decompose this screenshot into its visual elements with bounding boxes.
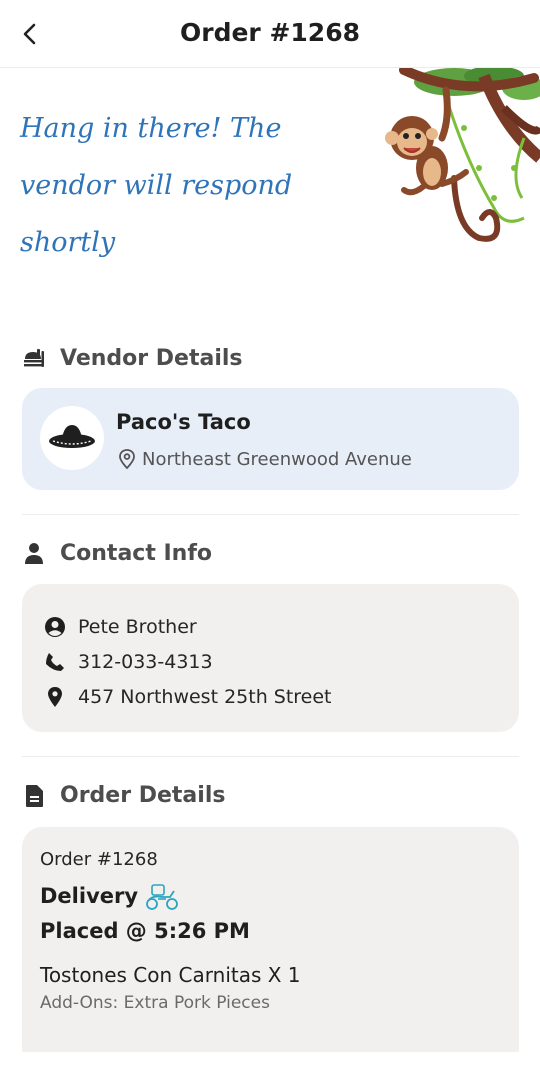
document-icon [22, 784, 46, 808]
order-type: Delivery [40, 881, 180, 911]
contact-card: Pete Brother 312-033-4313 457 Northwest … [22, 584, 519, 732]
order-addons: Add-Ons: Extra Pork Pieces [40, 993, 270, 1013]
vendor-address: Northeast Greenwood Avenue [116, 448, 412, 470]
divider [22, 756, 519, 757]
person-icon [22, 542, 46, 566]
vendor-section-title: Vendor Details [60, 346, 243, 371]
location-pin-icon [44, 686, 66, 708]
vendor-section-header: Vendor Details [22, 346, 243, 371]
sombrero-icon [49, 425, 95, 448]
vendor-card[interactable]: Paco's Taco Northeast Greenwood Avenue [22, 388, 519, 490]
contact-name-row: Pete Brother [44, 616, 197, 638]
monkey-illustration [385, 68, 540, 242]
order-item: Tostones Con Carnitas X 1 [40, 963, 301, 987]
vendor-name: Paco's Taco [116, 410, 251, 434]
order-type-label: Delivery [40, 884, 139, 908]
contact-phone-row[interactable]: 312-033-4313 [44, 651, 213, 673]
order-placed-time: Placed @ 5:26 PM [40, 919, 250, 943]
food-service-icon [22, 347, 46, 371]
location-pin-icon [119, 449, 135, 470]
order-section-header: Order Details [22, 783, 225, 808]
waiting-message: Hang in there! The vendor will respond s… [20, 113, 293, 258]
vendor-logo [40, 406, 104, 470]
addons-label: Add-Ons: [40, 993, 119, 1013]
app-header: Order #1268 [0, 0, 540, 68]
contact-name: Pete Brother [78, 616, 197, 638]
order-section-title: Order Details [60, 783, 226, 808]
divider [22, 514, 519, 515]
order-number: Order #1268 [40, 849, 158, 870]
vendor-address-text: Northeast Greenwood Avenue [142, 448, 412, 470]
contact-section-title: Contact Info [60, 541, 213, 566]
account-circle-icon [44, 616, 66, 638]
page-title: Order #1268 [180, 18, 360, 47]
addons-value: Extra Pork Pieces [123, 993, 270, 1013]
order-card: Order #1268 Delivery Placed @ 5:26 PM To… [22, 827, 519, 1052]
delivery-scooter-icon [146, 884, 178, 910]
phone-icon [44, 651, 66, 673]
contact-address-row: 457 Northwest 25th Street [44, 686, 332, 708]
contact-section-header: Contact Info [22, 541, 212, 566]
contact-phone[interactable]: 312-033-4313 [78, 651, 213, 673]
contact-address: 457 Northwest 25th Street [78, 686, 332, 708]
